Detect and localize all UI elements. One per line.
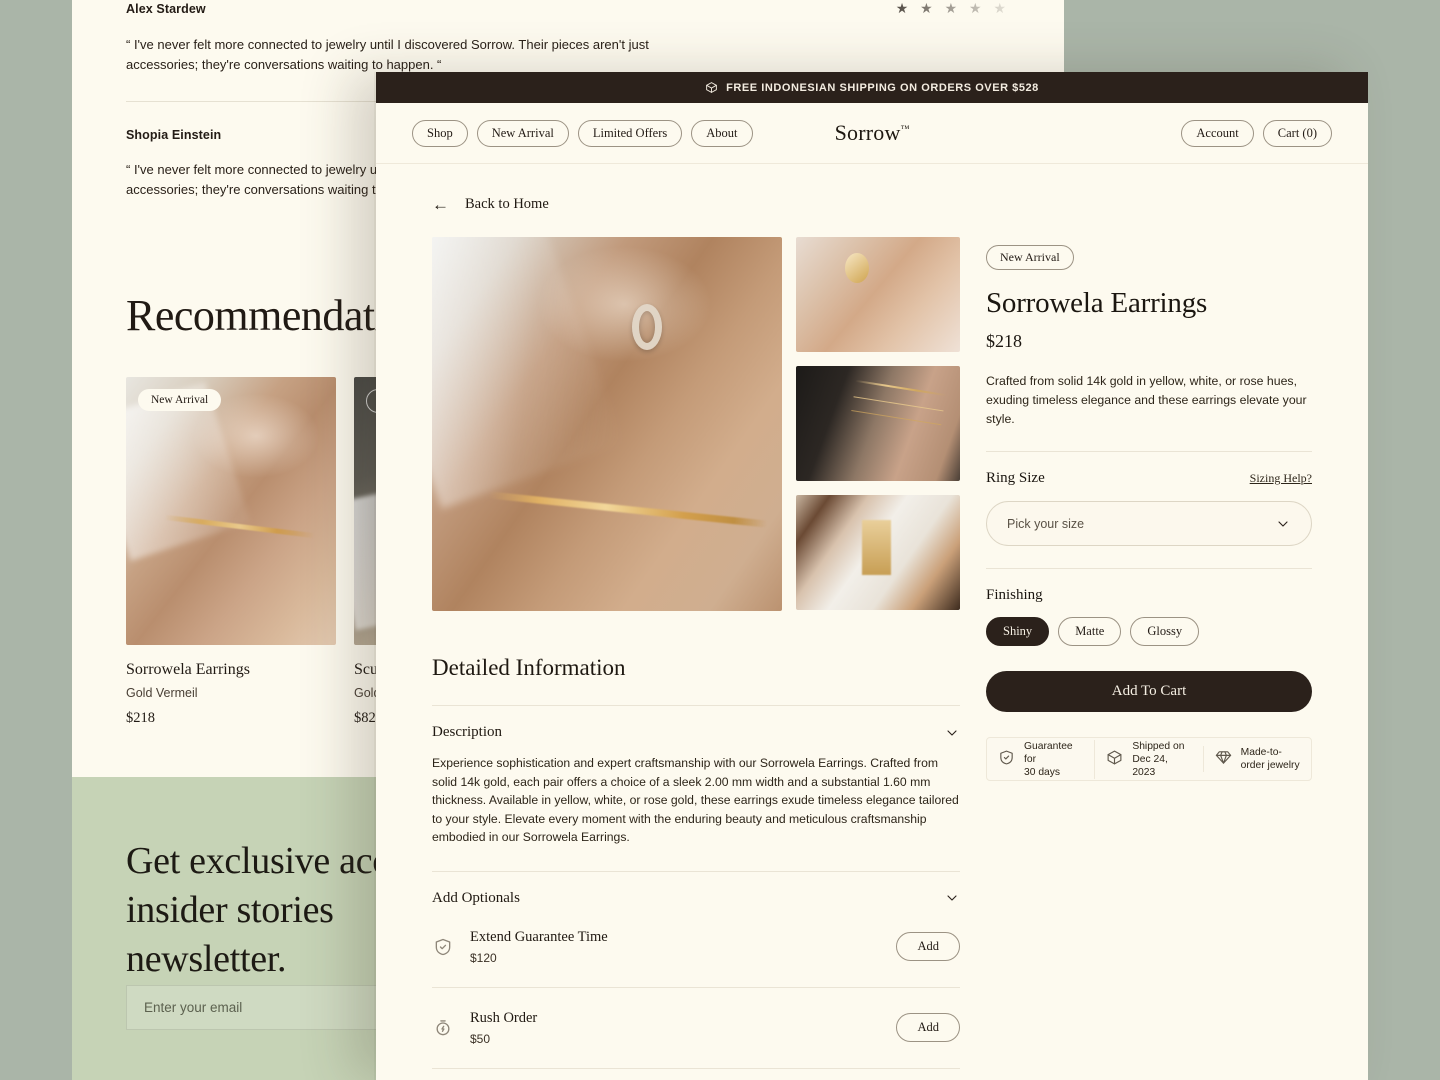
- optional-item-rush-order: Rush Order $50 Add: [432, 988, 960, 1068]
- new-arrival-badge: New Arrival: [138, 389, 222, 411]
- nav-links: Shop New Arrival Limited Offers About: [412, 119, 753, 147]
- ring-size-label: Ring Size: [986, 470, 1045, 486]
- finishing-label: Finishing: [986, 587, 1043, 603]
- brand-logo[interactable]: Sorrow™: [835, 120, 910, 146]
- nav-link-about[interactable]: About: [691, 119, 753, 147]
- brand-trademark: ™: [900, 123, 910, 134]
- gallery-thumbnails: [796, 237, 960, 611]
- sizing-help-link[interactable]: Sizing Help?: [1250, 471, 1312, 486]
- review-quote: “ I've never felt more connected to jewe…: [126, 37, 649, 72]
- detailed-information-title: Detailed Information: [432, 655, 626, 680]
- brand-name: Sorrow: [834, 120, 901, 145]
- hero-product-image[interactable]: [432, 237, 782, 611]
- accordion-description-header[interactable]: Description: [432, 706, 960, 741]
- ring-size-row: Ring Size Sizing Help?: [986, 470, 1312, 487]
- trust-badge-text: Shipped on Dec 24, 2023: [1132, 740, 1191, 779]
- arrow-left-icon: ←: [432, 195, 449, 214]
- new-arrival-badge: New Arrival: [986, 245, 1074, 270]
- chevron-down-icon: [944, 890, 960, 906]
- diamond-icon: [1215, 749, 1232, 770]
- accordion-add-optionals-label: Add Optionals: [432, 889, 520, 906]
- finishing-option-shiny[interactable]: Shiny: [986, 617, 1050, 646]
- add-to-cart-button[interactable]: Add To Cart: [986, 671, 1312, 712]
- product-title: Sorrowela Earrings: [986, 287, 1208, 319]
- trust-badge-made-to-order: Made-to- order jewelry: [1202, 746, 1311, 772]
- accordion-description-label: Description: [432, 724, 502, 740]
- add-optional-button[interactable]: Add: [896, 932, 960, 961]
- product-detail-modal: FREE INDONESIAN SHIPPING ON ORDERS OVER …: [376, 72, 1368, 1080]
- announcement-text: FREE INDONESIAN SHIPPING ON ORDERS OVER …: [726, 81, 1039, 94]
- divider: [986, 451, 1312, 452]
- accordion-add-optionals-header[interactable]: Add Optionals: [432, 872, 960, 907]
- shield-check-icon: [998, 749, 1015, 770]
- product-card-material: Gold Vermeil: [126, 686, 198, 700]
- reviewer-name: Alex Stardew: [126, 1, 206, 16]
- trust-badge-line2: Dec 24, 2023: [1132, 753, 1168, 778]
- package-icon: [705, 81, 718, 94]
- gallery-thumbnail-1[interactable]: [796, 237, 960, 352]
- product-card-name: Sorrowela Earrings: [126, 661, 250, 678]
- shield-check-icon: [432, 936, 454, 958]
- cart-button[interactable]: Cart (0): [1262, 119, 1332, 147]
- account-button[interactable]: Account: [1181, 119, 1254, 147]
- optional-item-price: $50: [470, 1031, 491, 1046]
- earring-highlight: [631, 304, 662, 351]
- left-column: Detailed Information Description Experie…: [432, 237, 960, 1080]
- product-short-description: Crafted from solid 14k gold in yellow, w…: [986, 374, 1307, 426]
- star-rating-icon: ★ ★ ★ ★ ★: [895, 0, 1010, 16]
- trust-badge-line1: Made-to-: [1240, 747, 1282, 758]
- nav-link-limited-offers[interactable]: Limited Offers: [577, 119, 683, 147]
- trust-badge-guarantee: Guarantee for 30 days: [987, 740, 1094, 779]
- accordion-delivery-time-header[interactable]: Delivery Time: [432, 1069, 960, 1080]
- reviewer-name: Shopia Einstein: [126, 128, 222, 142]
- nav-link-shop[interactable]: Shop: [412, 119, 468, 147]
- trust-badge-text: Made-to- order jewelry: [1241, 746, 1300, 772]
- accordion-description-body: Experience sophistication and expert cra…: [432, 756, 959, 844]
- finishing-option-matte[interactable]: Matte: [1058, 617, 1122, 646]
- size-select-placeholder: Pick your size: [1007, 516, 1085, 531]
- announcement-bar: FREE INDONESIAN SHIPPING ON ORDERS OVER …: [376, 72, 1368, 103]
- optional-item-texts: Extend Guarantee Time $120: [470, 929, 880, 965]
- trust-badges: Guarantee for 30 days Shipped on Dec 24,…: [986, 737, 1312, 781]
- chevron-down-icon: [1275, 516, 1291, 532]
- optional-item-texts: Rush Order $50: [470, 1010, 880, 1046]
- product-price: $218: [986, 331, 1022, 351]
- divider: [986, 568, 1312, 569]
- box-icon: [1106, 749, 1123, 770]
- review-header: Alex Stardew ★ ★ ★ ★ ★: [126, 0, 1010, 17]
- bolt-circle-icon: [432, 1017, 454, 1039]
- finishing-option-glossy[interactable]: Glossy: [1130, 617, 1200, 646]
- back-to-home-label: Back to Home: [465, 196, 549, 212]
- trust-badge-line1: Guarantee for: [1024, 740, 1073, 765]
- optional-item-name: Rush Order: [470, 1009, 538, 1026]
- optional-item-price: $120: [470, 950, 497, 965]
- gallery-thumbnail-3[interactable]: [796, 495, 960, 610]
- product-gallery: [432, 237, 960, 611]
- nav-actions: Account Cart (0): [1181, 119, 1332, 147]
- product-card[interactable]: New Arrival Sorrowela Earrings Gold Verm…: [126, 377, 336, 727]
- finishing-options: Shiny Matte Glossy: [986, 617, 1312, 646]
- add-optional-button[interactable]: Add: [896, 1013, 960, 1042]
- trust-badge-text: Guarantee for 30 days: [1024, 740, 1083, 779]
- size-select[interactable]: Pick your size: [986, 501, 1312, 546]
- chevron-down-icon: [944, 725, 960, 741]
- product-card-price: $218: [126, 710, 155, 726]
- trust-badge-line1: Shipped on: [1132, 740, 1185, 752]
- back-to-home-link[interactable]: ← Back to Home: [376, 164, 1368, 213]
- trust-badge-line2: 30 days: [1024, 766, 1061, 778]
- product-content: Detailed Information Description Experie…: [376, 213, 1368, 1080]
- optional-item-name: Extend Guarantee Time: [470, 928, 608, 945]
- right-column: New Arrival Sorrowela Earrings $218 Craf…: [986, 237, 1312, 1080]
- trust-badge-shipping: Shipped on Dec 24, 2023: [1094, 739, 1202, 779]
- nav-link-new-arrival[interactable]: New Arrival: [476, 119, 569, 147]
- navbar: Shop New Arrival Limited Offers About So…: [376, 103, 1368, 164]
- optional-item-extend-guarantee: Extend Guarantee Time $120 Add: [432, 907, 960, 987]
- trust-badge-line2: order jewelry: [1240, 760, 1300, 771]
- gallery-thumbnail-2[interactable]: [796, 366, 960, 481]
- product-card-image: New Arrival: [126, 377, 336, 645]
